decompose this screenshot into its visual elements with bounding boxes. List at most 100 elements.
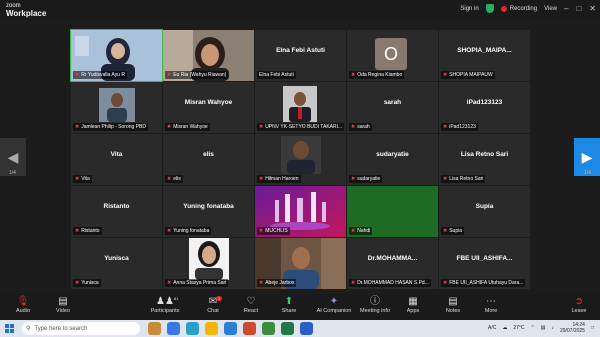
participant-label: ✖ sarah [349, 123, 372, 131]
participant-name: Oda Regina Kiambo [357, 72, 403, 78]
participant-name: Ristanto [81, 228, 100, 234]
participant-tile[interactable]: ✖ Nahdi [347, 186, 438, 237]
edge-browser-icon[interactable] [186, 322, 199, 335]
search-placeholder: Type here to search [34, 325, 88, 332]
participant-tile[interactable]: ✖ Jamlean Philip - Sorong PBD [71, 82, 162, 133]
participant-tile[interactable]: ✖ Abeje Jarbos [255, 238, 346, 289]
file-explorer-icon[interactable] [205, 322, 218, 335]
participant-name: Dr.MOHAMMAD HASAN S.Pd... [357, 280, 429, 286]
participant-tile[interactable]: ✖ Eu Ria (Wahyu Riawan) [163, 30, 254, 81]
maximize-icon[interactable]: □ [576, 4, 581, 13]
minimize-icon[interactable]: – [564, 4, 568, 13]
participant-tile[interactable]: FBE UII_ASHIFA... ✖ FBE UII_ASHIFA Utuhay… [439, 238, 530, 289]
leave-button[interactable]: ➲ Leave [558, 296, 600, 314]
notifications-icon[interactable]: □ [591, 325, 594, 331]
participant-tile[interactable]: ✖ UPNV YK-SETYO BUDI TAKARI... [255, 82, 346, 133]
participant-tile[interactable]: Supia ✖ Supia [439, 186, 530, 237]
participant-tile[interactable]: Vita ✖ Vita [71, 134, 162, 185]
participant-photo [99, 88, 135, 122]
share-button[interactable]: ⬆ Share [268, 296, 310, 314]
clock[interactable]: 14:24 29/07/2025 [560, 322, 585, 334]
network-icon[interactable]: ▤ [541, 325, 546, 331]
ai-companion-button[interactable]: ✦ AI Companion [310, 296, 358, 314]
participant-label: ✖ Yunisca [73, 279, 101, 287]
audio-button[interactable]: 🎙 Audio [2, 296, 44, 314]
windows-start-icon[interactable] [5, 324, 14, 333]
participant-name: FBE UII_ASHIFA Utuhayu Dara... [449, 280, 524, 286]
participant-label: ✖ MUCHLIS [257, 227, 290, 235]
apps-button[interactable]: ▦ Apps [392, 296, 434, 314]
participant-tile[interactable]: ✖ Hilman Haroen [255, 134, 346, 185]
mic-muted-icon: ✖ [75, 228, 80, 234]
video-label: Video [56, 308, 70, 314]
audio-label: Audio [15, 308, 31, 314]
volume-icon[interactable]: ♪ [551, 325, 554, 331]
meeting-info-label: Meeting info [360, 308, 390, 314]
participant-tile[interactable]: Dr.MOHAMMA... ✖ Dr.MOHAMMAD HASAN S.Pd... [347, 238, 438, 289]
zoom-taskbar-icon[interactable] [300, 322, 313, 335]
participant-display-name: sarah [383, 99, 402, 106]
excel-icon[interactable] [281, 322, 294, 335]
participant-tile[interactable]: ✖ MUCHLIS [255, 186, 346, 237]
chat-button[interactable]: ✉ Chat 1 [192, 296, 234, 314]
participant-tile[interactable]: iPad123123 ✖ iPad123123 [439, 82, 530, 133]
video-camera-icon: ▤ [58, 296, 68, 307]
brand-line2: Workplace [6, 9, 47, 18]
participant-name: Jamlean Philip - Sorong PBD [81, 124, 146, 130]
participant-display-name: Yunisca [104, 255, 129, 262]
participant-tile[interactable]: O ✖ Oda Regina Kiambo [347, 30, 438, 81]
tray-chevron-icon[interactable]: ⌃ [531, 325, 535, 331]
close-icon[interactable]: ✕ [589, 4, 596, 13]
video-button[interactable]: ▤ Video [42, 296, 84, 314]
leave-door-icon: ➲ [574, 296, 584, 307]
participant-label: ✖ Nahdi [349, 227, 373, 235]
notes-button[interactable]: ▤ Notes [432, 296, 474, 314]
react-button[interactable]: ♡ React [230, 296, 272, 314]
participant-label: ✖ Ristanto [73, 227, 102, 235]
participant-tile[interactable]: Yunisca ✖ Yunisca [71, 238, 162, 289]
mic-muted-icon: ✖ [167, 176, 172, 182]
participant-tile[interactable]: Elna Febi Astuti Elna Febi Astuti [255, 30, 346, 81]
task-view-icon[interactable] [167, 322, 180, 335]
tiger-widget-icon[interactable] [148, 322, 161, 335]
participant-display-name: Dr.MOHAMMA... [367, 255, 418, 262]
participant-name: sudaryatie [357, 176, 381, 182]
mic-muted-icon: ✖ [259, 228, 264, 234]
participant-tile[interactable]: sudaryatie ✖ sudaryatie [347, 134, 438, 185]
participant-tile[interactable]: ✖ Rr Yudisvalla Ayu R [70, 29, 163, 82]
participant-label: ✖ Jamlean Philip - Sorong PBD [73, 123, 148, 131]
office-icon[interactable] [243, 322, 256, 335]
recording-indicator[interactable]: Recording [500, 5, 537, 12]
participant-tile[interactable]: SHOPIA_MAIPA... ✖ SHOPIA MAIPAUW [439, 30, 530, 81]
security-shield-icon[interactable] [485, 4, 494, 13]
participant-tile[interactable]: Ristanto ✖ Ristanto [71, 186, 162, 237]
chrome-icon[interactable] [262, 322, 275, 335]
mic-muted-icon: ✖ [167, 124, 172, 130]
taskbar-search-input[interactable]: ⚲ Type here to search [22, 322, 140, 335]
more-button[interactable]: ⋯ More [470, 296, 512, 314]
temperature[interactable]: 27°C [513, 325, 524, 331]
participant-tile[interactable]: Misran Wahyoe ✖ Misran Wahyoe [163, 82, 254, 133]
participant-tile[interactable]: sarah ✖ sarah [347, 82, 438, 133]
participant-tile[interactable]: elis ✖ elis [163, 134, 254, 185]
system-tray: A/C ☁ 27°C ⌃ ▤ ♪ 14:24 29/07/2025 □ [488, 322, 594, 334]
search-icon: ⚲ [26, 326, 31, 332]
mic-muted-icon: ✖ [443, 176, 448, 182]
participant-tile[interactable]: Yuning fonataba ✖ Yuning fonataba [163, 186, 254, 237]
participant-tile[interactable]: ✖ Anna Stasya Prima Sari [163, 238, 254, 289]
participant-name: sarah [357, 124, 370, 130]
participant-label: ✖ UPNV YK-SETYO BUDI TAKARI... [257, 123, 345, 131]
participant-label: ✖ Vita [73, 175, 92, 183]
store-icon[interactable] [224, 322, 237, 335]
view-button[interactable]: View [544, 6, 557, 12]
participants-button[interactable]: ♟♟ Participants 81 [144, 296, 186, 314]
weather-icon: ☁ [502, 325, 508, 331]
ime-indicator[interactable]: A/C [488, 325, 496, 331]
participant-tile[interactable]: Lisa Retno Sari ✖ Lisa Retno Sari [439, 134, 530, 185]
mic-muted-icon: ✖ [443, 280, 448, 286]
participant-label: ✖ Eu Ria (Wahyu Riawan) [165, 71, 229, 79]
participant-name: Yunisca [81, 280, 99, 286]
signin-link[interactable]: Sign in [460, 6, 478, 12]
mic-muted-icon: ✖ [443, 124, 448, 130]
participants-count: 81 [174, 296, 179, 301]
